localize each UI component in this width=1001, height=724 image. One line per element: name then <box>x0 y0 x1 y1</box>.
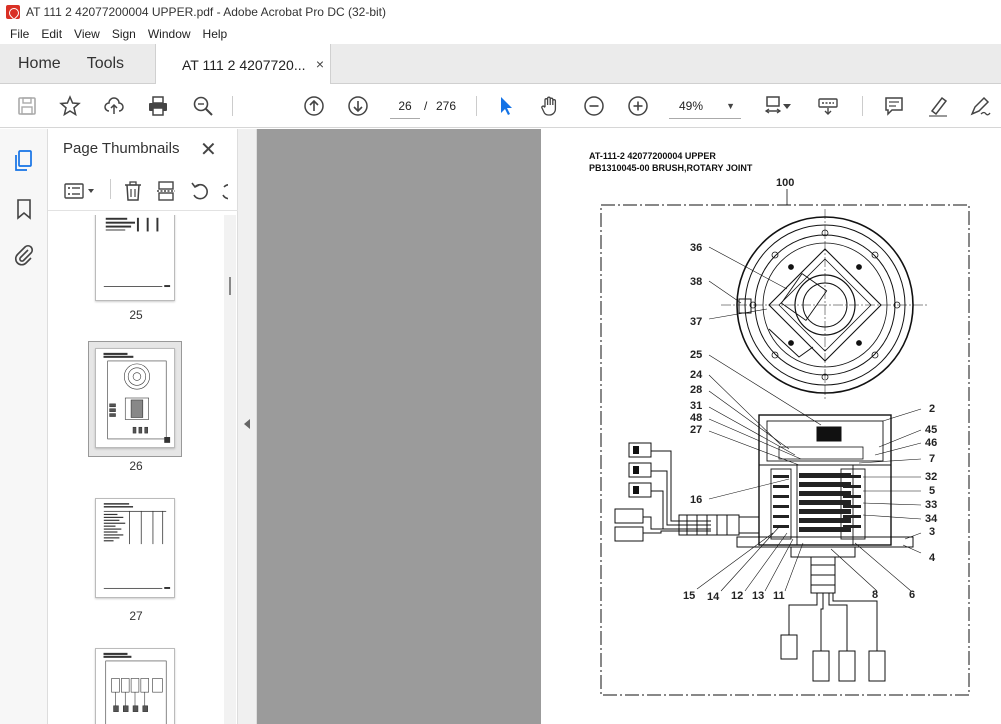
bookmarks-icon[interactable] <box>12 197 36 221</box>
thumbnail-label-26: 26 <box>129 459 143 473</box>
thumbnails-panel: Page Thumbnails ✕ 25 26 27 <box>48 129 238 724</box>
callout-label: 13 <box>752 590 765 602</box>
rotate-page-icon[interactable] <box>189 180 211 202</box>
menu-view[interactable]: View <box>68 27 106 41</box>
collapse-arrow-icon[interactable] <box>244 419 250 429</box>
chevron-down-icon: ▼ <box>726 101 735 111</box>
callout-label: 24 <box>690 369 703 381</box>
callout-label: 4 <box>929 552 936 564</box>
close-tab-icon[interactable]: × <box>316 56 324 72</box>
thumbnail-page-26[interactable] <box>95 348 175 448</box>
tab-bar: Home Tools AT 111 2 4207720... × <box>0 44 1001 85</box>
callout-label: 32 <box>925 471 938 483</box>
document-viewport[interactable]: AT-111-2 42077200004 UPPER PB1310045-00 … <box>257 129 1001 724</box>
current-page-input[interactable]: 26 <box>390 93 420 119</box>
callout-label: 45 <box>925 424 938 436</box>
callout-label: 3 <box>929 526 936 538</box>
callout-label: 28 <box>690 384 703 396</box>
keyboard-icon[interactable] <box>816 94 840 118</box>
highlight-pen-icon[interactable] <box>926 94 950 118</box>
menu-edit[interactable]: Edit <box>35 27 68 41</box>
page-thumbnails-icon[interactable] <box>12 149 36 173</box>
callout-label: 27 <box>690 424 703 436</box>
print-icon[interactable] <box>146 94 170 118</box>
more-tools-icon[interactable] <box>220 180 228 202</box>
zoom-in-icon[interactable] <box>626 94 650 118</box>
tab-home[interactable]: Home <box>0 44 75 84</box>
zoom-out-icon[interactable] <box>582 94 606 118</box>
toolbar-divider <box>862 96 863 116</box>
extract-pages-icon[interactable] <box>155 180 177 202</box>
callout-label: 8 <box>872 589 879 601</box>
thumbnail-page-28[interactable] <box>95 648 175 724</box>
callout-label: 100 <box>776 177 795 189</box>
callout-label: 33 <box>925 499 938 511</box>
callout-label: 48 <box>690 412 703 424</box>
save-icon[interactable] <box>15 94 39 118</box>
fit-page-dropdown-icon[interactable] <box>782 94 792 118</box>
menu-file[interactable]: File <box>4 27 35 41</box>
tab-tools[interactable]: Tools <box>75 44 138 84</box>
callout-label: 37 <box>690 316 703 328</box>
toolbar-divider <box>232 96 233 116</box>
navigation-rail <box>0 129 48 724</box>
panel-collapse-gutter[interactable] <box>238 129 257 724</box>
thumbnail-label-27: 27 <box>129 609 143 623</box>
delete-page-icon[interactable] <box>122 180 144 202</box>
toolbar-divider <box>476 96 477 116</box>
callout-label: 25 <box>690 349 703 361</box>
panel-divider <box>110 179 111 199</box>
title-bar: AT 111 2 42077200004 UPPER.pdf - Adobe A… <box>0 0 1001 24</box>
callout-label: 34 <box>925 513 938 525</box>
sign-pen-icon[interactable] <box>968 94 992 118</box>
zoom-level-select[interactable]: 49% ▼ <box>669 93 741 119</box>
callout-label: 16 <box>690 494 703 506</box>
thumbnail-page-27[interactable] <box>95 498 175 598</box>
thumbnail-page-25[interactable] <box>95 215 175 301</box>
callout-label: 11 <box>773 590 785 602</box>
callout-label: 38 <box>690 276 703 288</box>
callout-label: 2 <box>929 403 936 415</box>
callout-label: 6 <box>909 589 916 601</box>
thumbnail-label-25: 25 <box>129 308 143 322</box>
panel-toolbar <box>48 169 238 211</box>
menu-sign[interactable]: Sign <box>106 27 142 41</box>
callout-label: 14 <box>707 591 720 603</box>
attachments-icon[interactable] <box>12 243 36 267</box>
close-panel-icon[interactable]: ✕ <box>200 137 217 162</box>
page-down-icon[interactable] <box>346 94 370 118</box>
zoom-level-value: 49% <box>679 99 704 113</box>
thumbnail-options-icon[interactable] <box>63 180 99 202</box>
page-separator: / <box>424 99 428 113</box>
menu-help[interactable]: Help <box>197 27 234 41</box>
callout-label: 5 <box>929 485 936 497</box>
thumbnail-scrollbar-thumb[interactable] <box>229 277 231 295</box>
callout-label: 12 <box>731 590 744 602</box>
menu-window[interactable]: Window <box>142 27 197 41</box>
menu-bar: File Edit View Sign Window Help <box>0 24 1001 44</box>
total-pages: 276 <box>436 99 457 113</box>
main-toolbar: 26 / 276 49% ▼ <box>0 84 1001 128</box>
acrobat-logo-icon <box>6 5 20 19</box>
select-arrow-icon[interactable] <box>494 94 518 118</box>
callout-label: 36 <box>690 242 703 254</box>
tab-document[interactable]: AT 111 2 4207720... × <box>155 44 331 85</box>
tab-document-label: AT 111 2 4207720... <box>182 56 306 73</box>
page-up-icon[interactable] <box>302 94 326 118</box>
bookmark-star-icon[interactable] <box>58 94 82 118</box>
window-title: AT 111 2 42077200004 UPPER.pdf - Adobe A… <box>26 5 386 19</box>
callout-label: 46 <box>925 437 938 449</box>
comment-icon[interactable] <box>882 94 906 118</box>
find-zoom-icon[interactable] <box>191 94 215 118</box>
pdf-page: AT-111-2 42077200004 UPPER PB1310045-00 … <box>541 129 1001 724</box>
thumbnail-list: 25 26 27 <box>48 215 224 724</box>
upload-cloud-icon[interactable] <box>102 94 126 118</box>
callout-label: 7 <box>929 453 936 465</box>
panel-title: Page Thumbnails <box>63 140 180 157</box>
callout-label: 15 <box>683 590 696 602</box>
hand-icon[interactable] <box>538 94 562 118</box>
callout-label: 31 <box>690 400 703 412</box>
